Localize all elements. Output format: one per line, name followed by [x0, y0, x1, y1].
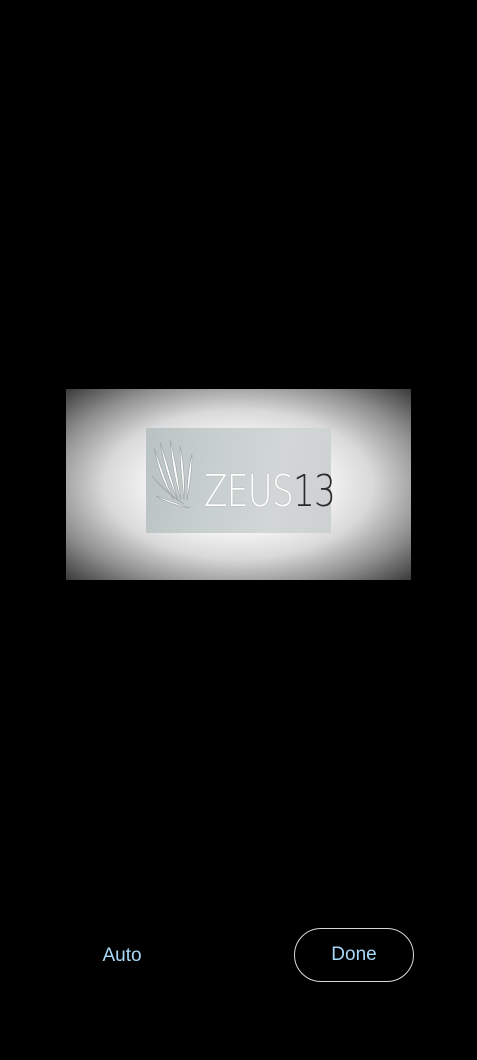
photo-preview[interactable]: ZEUS 13	[66, 389, 411, 580]
logo-wordmark: ZEUS 13	[204, 464, 336, 517]
leaf-logo-icon	[151, 439, 193, 509]
auto-button[interactable]: Auto	[86, 936, 158, 976]
logo-card: ZEUS 13	[146, 428, 336, 533]
logo-number-text: 13	[292, 466, 336, 517]
logo-brand-text: ZEUS	[204, 466, 294, 517]
done-button[interactable]: Done	[294, 928, 414, 982]
